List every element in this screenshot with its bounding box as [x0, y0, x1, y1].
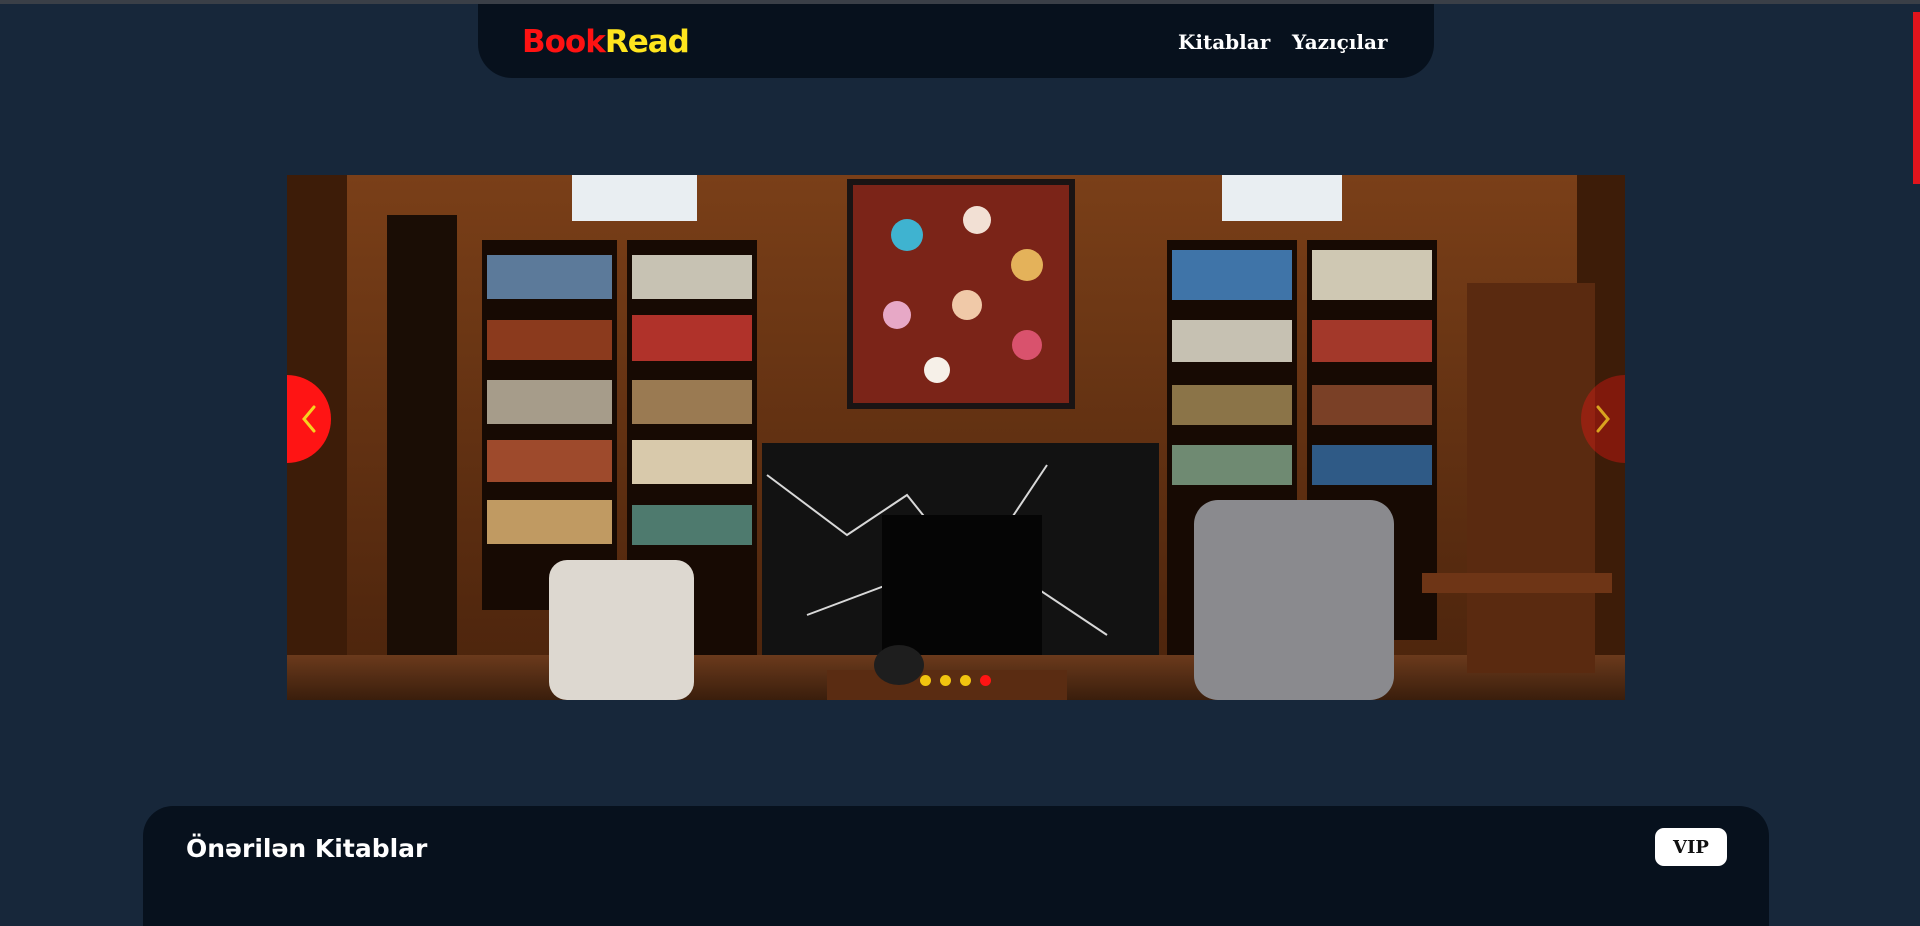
chevron-right-icon	[1596, 405, 1610, 433]
slider-dot-1[interactable]	[920, 675, 931, 686]
section-title: Önərilən Kitablar	[186, 834, 428, 863]
chevron-left-icon	[302, 405, 316, 433]
hero-slider-image	[287, 175, 1625, 700]
slider-dot-3[interactable]	[960, 675, 971, 686]
slider-pagination	[920, 675, 991, 687]
library-photo	[287, 175, 1625, 700]
slider-dot-2[interactable]	[940, 675, 951, 686]
vip-button[interactable]: VIP	[1655, 828, 1727, 866]
nav-link-yazicilar[interactable]: Yazıçılar	[1292, 30, 1388, 54]
nav-link-kitablar[interactable]: Kitablar	[1178, 30, 1270, 54]
recommended-books-section: Önərilən Kitablar VIP	[143, 806, 1769, 926]
scrollbar-thumb[interactable]	[1913, 12, 1920, 184]
navbar: BookRead Kitablar Yazıçılar	[478, 4, 1434, 78]
slider-dot-4[interactable]	[980, 675, 991, 686]
logo-read-text: Read	[604, 24, 690, 60]
logo[interactable]: BookRead	[522, 24, 690, 60]
logo-book-text: Book	[522, 24, 606, 60]
